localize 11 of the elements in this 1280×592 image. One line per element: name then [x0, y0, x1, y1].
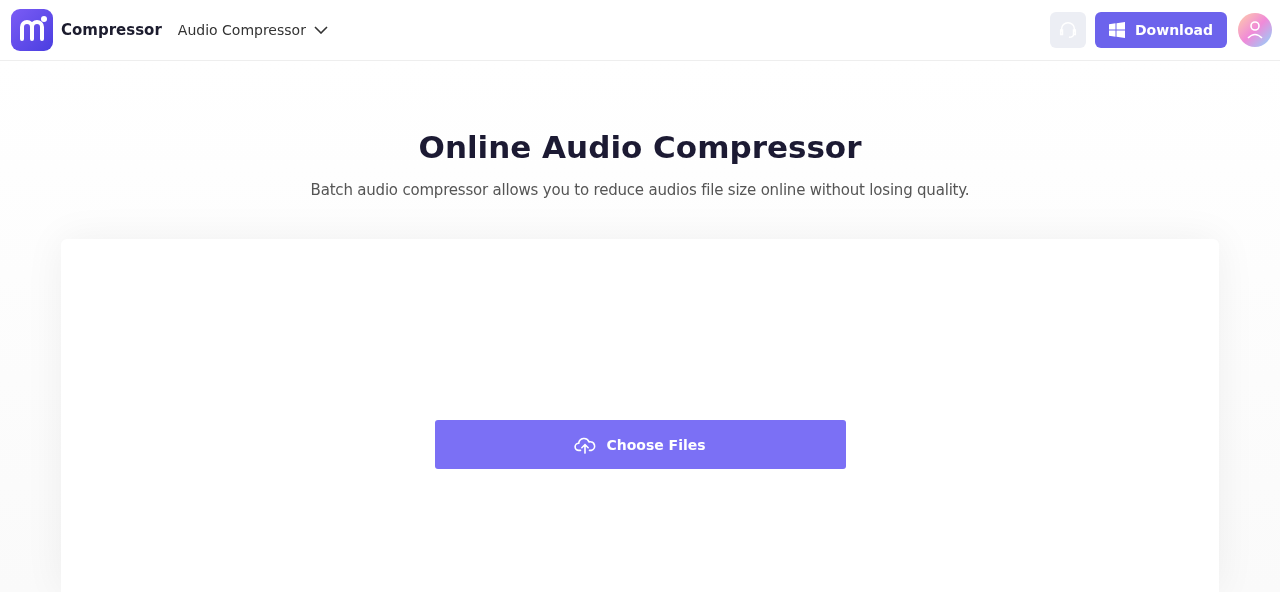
tool-dropdown[interactable]: Audio Compressor [177, 22, 328, 38]
cloud-upload-icon [574, 435, 597, 454]
download-button[interactable]: Download [1095, 12, 1227, 48]
app-logo-icon[interactable] [11, 9, 53, 51]
windows-icon [1109, 22, 1125, 38]
choose-files-button[interactable]: Choose Files [434, 420, 846, 469]
brand-name[interactable]: Compressor [61, 21, 162, 39]
page-title: Online Audio Compressor [418, 129, 862, 165]
chevron-down-icon [313, 26, 328, 34]
avatar-icon[interactable] [1238, 13, 1272, 47]
page-subtitle: Batch audio compressor allows you to reduce audios file size online without losing quality. [310, 181, 970, 199]
